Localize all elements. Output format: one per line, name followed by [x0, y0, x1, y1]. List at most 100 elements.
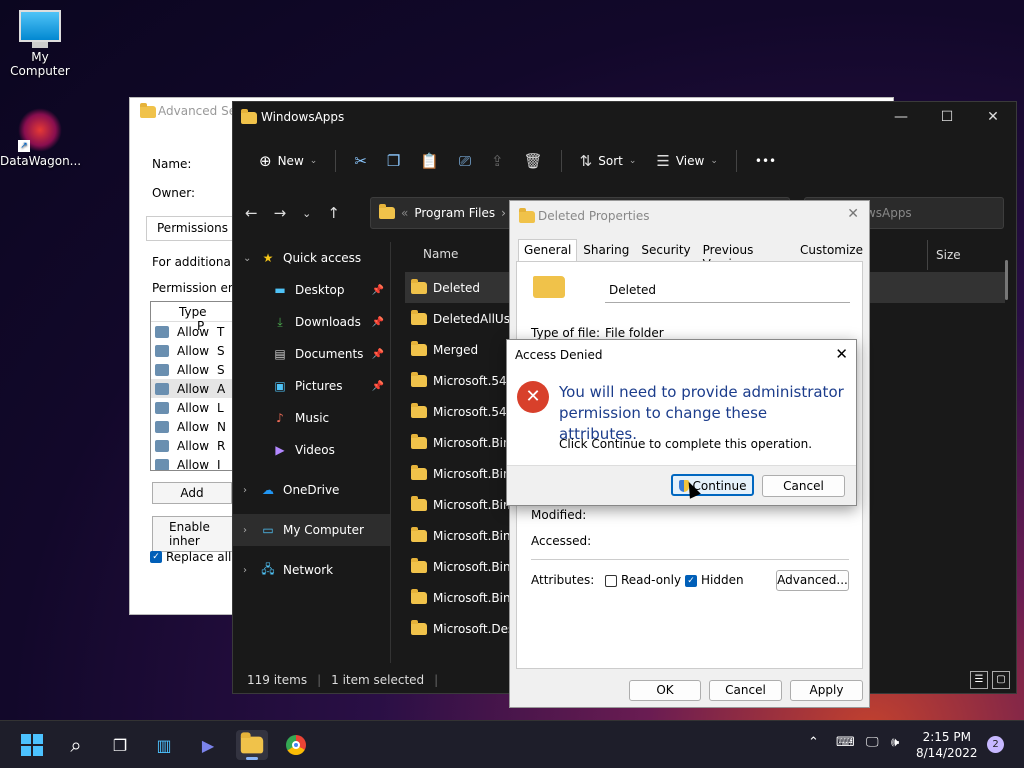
chevron-down-icon[interactable]: ⌄: [243, 253, 259, 264]
maximize-icon[interactable]: ☐: [924, 102, 970, 132]
advanced-button[interactable]: Advanced...: [776, 570, 849, 591]
attributes-label: Attributes:: [531, 573, 595, 587]
forward-arrow-icon[interactable]: →: [274, 204, 287, 222]
sidebar-item-onedrive[interactable]: › ☁ OneDrive: [233, 474, 390, 506]
sidebar-item-my-computer[interactable]: › ▭ My Computer: [233, 514, 390, 546]
chevron-down-icon: ⌄: [309, 156, 318, 166]
close-icon[interactable]: ✕: [970, 102, 1016, 132]
share-button[interactable]: ⇪: [483, 148, 512, 174]
chevron-right-icon[interactable]: ›: [243, 485, 259, 496]
tab-permissions[interactable]: Permissions: [146, 216, 236, 240]
more-options-button[interactable]: •••: [747, 150, 784, 172]
enable-inheritance-button[interactable]: Enable inher: [152, 516, 242, 552]
view-toggle: ☰ ▢: [970, 671, 1010, 689]
paste-button[interactable]: 📋: [412, 148, 447, 174]
notification-badge[interactable]: 2: [987, 736, 1004, 753]
tiles-view-icon[interactable]: ▢: [992, 671, 1010, 689]
access-denied-dialog[interactable]: Access Denied ✕ ✕ You will need to provi…: [506, 339, 857, 506]
readonly-checkbox[interactable]: Read-only: [605, 573, 681, 587]
file-explorer-taskbar-icon[interactable]: [236, 730, 268, 760]
cut-button[interactable]: ✂: [346, 148, 375, 174]
desktop-icon-datawagon[interactable]: ↗ DataWagon...: [0, 108, 82, 168]
sort-button[interactable]: ⇅ Sort ⌄: [572, 148, 645, 174]
table-row[interactable]: Allow R: [151, 436, 234, 455]
search-icon[interactable]: ⌕: [60, 730, 92, 760]
table-row[interactable]: Allow T: [151, 322, 234, 341]
chevron-right-icon[interactable]: ›: [243, 565, 259, 576]
chevron-right-icon[interactable]: ›: [243, 525, 259, 536]
table-row[interactable]: Allow N: [151, 417, 234, 436]
minimize-icon[interactable]: —: [878, 102, 924, 132]
table-row[interactable]: Allow I: [151, 455, 234, 470]
copy-button[interactable]: ❐: [379, 148, 408, 174]
desktop-icon-label: DataWagon...: [0, 154, 82, 168]
apply-button[interactable]: Apply: [790, 680, 863, 701]
add-button[interactable]: Add: [152, 482, 232, 504]
folder-icon: [411, 278, 427, 294]
title-bar[interactable]: WindowsApps — ☐ ✕: [233, 102, 1016, 134]
volume-icon[interactable]: 🕪: [891, 735, 899, 750]
delete-button[interactable]: 🗑: [516, 148, 551, 174]
sidebar-item-documents[interactable]: ▤ Documents 📌: [233, 338, 390, 370]
keyboard-icon[interactable]: ⌨: [836, 735, 855, 750]
details-view-icon[interactable]: ☰: [970, 671, 988, 689]
cancel-button[interactable]: Cancel: [709, 680, 782, 701]
recent-chevron-icon[interactable]: ⌄: [302, 207, 311, 220]
sidebar-item-downloads[interactable]: ⤓ Downloads 📌: [233, 306, 390, 338]
clock-time: 2:15 PM: [922, 730, 971, 744]
type-label: Type of file:: [531, 326, 601, 340]
dialog-title: Access Denied: [515, 348, 603, 362]
network-status-icon[interactable]: 🖵: [866, 735, 879, 750]
sidebar-item-pictures[interactable]: ▣ Pictures 📌: [233, 370, 390, 402]
table-row[interactable]: Allow S: [151, 360, 234, 379]
breadcrumb-program-files[interactable]: Program Files: [414, 206, 495, 220]
start-button[interactable]: [16, 730, 48, 760]
ok-button[interactable]: OK: [629, 680, 701, 701]
view-button[interactable]: ☰ View ⌄: [648, 148, 725, 174]
pictures-icon: ▣: [274, 379, 286, 393]
window-title: Advanced Sec: [158, 104, 243, 118]
more-icon: •••: [754, 154, 777, 168]
chrome-icon[interactable]: [280, 730, 312, 760]
scissors-icon: ✂: [354, 152, 367, 170]
new-button[interactable]: ⊕ New ⌄: [251, 148, 325, 174]
teams-chat-icon[interactable]: ▶: [192, 730, 224, 760]
clock[interactable]: 2:15 PM 8/14/2022: [916, 729, 978, 761]
close-icon[interactable]: ✕: [835, 345, 848, 363]
up-arrow-icon[interactable]: ↑: [327, 204, 340, 222]
close-icon[interactable]: ✕: [847, 206, 859, 222]
status-selected-count: 1 item selected: [331, 673, 425, 687]
breadcrumb-overflow[interactable]: «: [401, 206, 408, 220]
sidebar-item-network[interactable]: › 🖧 Network: [233, 554, 390, 586]
permission-list[interactable]: Type P Allow T Allow S Allow S Allow A Allow…: [150, 301, 235, 471]
pin-icon: 📌: [371, 348, 384, 360]
desktop-icon-my-computer[interactable]: My Computer: [0, 10, 80, 78]
chevron-up-icon[interactable]: ⌃: [808, 735, 819, 750]
scrollbar[interactable]: [1005, 260, 1008, 300]
table-row[interactable]: Allow L: [151, 398, 234, 417]
users-icon: [155, 363, 169, 376]
sidebar-item-quick-access[interactable]: ⌄ ★ Quick access: [233, 242, 390, 274]
table-row[interactable]: Allow S: [151, 341, 234, 360]
replace-all-checkbox[interactable]: ✓ Replace all c: [150, 550, 242, 564]
column-header-size[interactable]: Size: [927, 240, 969, 270]
sidebar-item-desktop[interactable]: ▬ Desktop 📌: [233, 274, 390, 306]
hidden-checkbox[interactable]: ✓ Hidden: [685, 573, 744, 587]
widgets-icon[interactable]: ▥: [148, 730, 180, 760]
folder-icon: [241, 109, 257, 124]
column-header-name[interactable]: Name: [423, 247, 458, 261]
sidebar-item-videos[interactable]: ▶ Videos: [233, 434, 390, 466]
folder-name-input[interactable]: Deleted: [605, 279, 850, 303]
rename-button[interactable]: ⎚: [451, 148, 479, 174]
task-view-icon[interactable]: ❐: [104, 730, 136, 760]
desktop-icon-label: My Computer: [10, 50, 70, 78]
share-icon: ⇪: [491, 152, 504, 170]
users-icon: [155, 382, 169, 395]
desktop-icon: ▬: [274, 283, 286, 297]
back-arrow-icon[interactable]: ←: [245, 204, 258, 222]
cancel-button[interactable]: Cancel: [762, 475, 845, 497]
plus-circle-icon: ⊕: [259, 152, 272, 170]
check-icon: ✓: [685, 574, 697, 587]
table-row[interactable]: Allow A: [151, 379, 234, 398]
sidebar-item-music[interactable]: ♪ Music: [233, 402, 390, 434]
